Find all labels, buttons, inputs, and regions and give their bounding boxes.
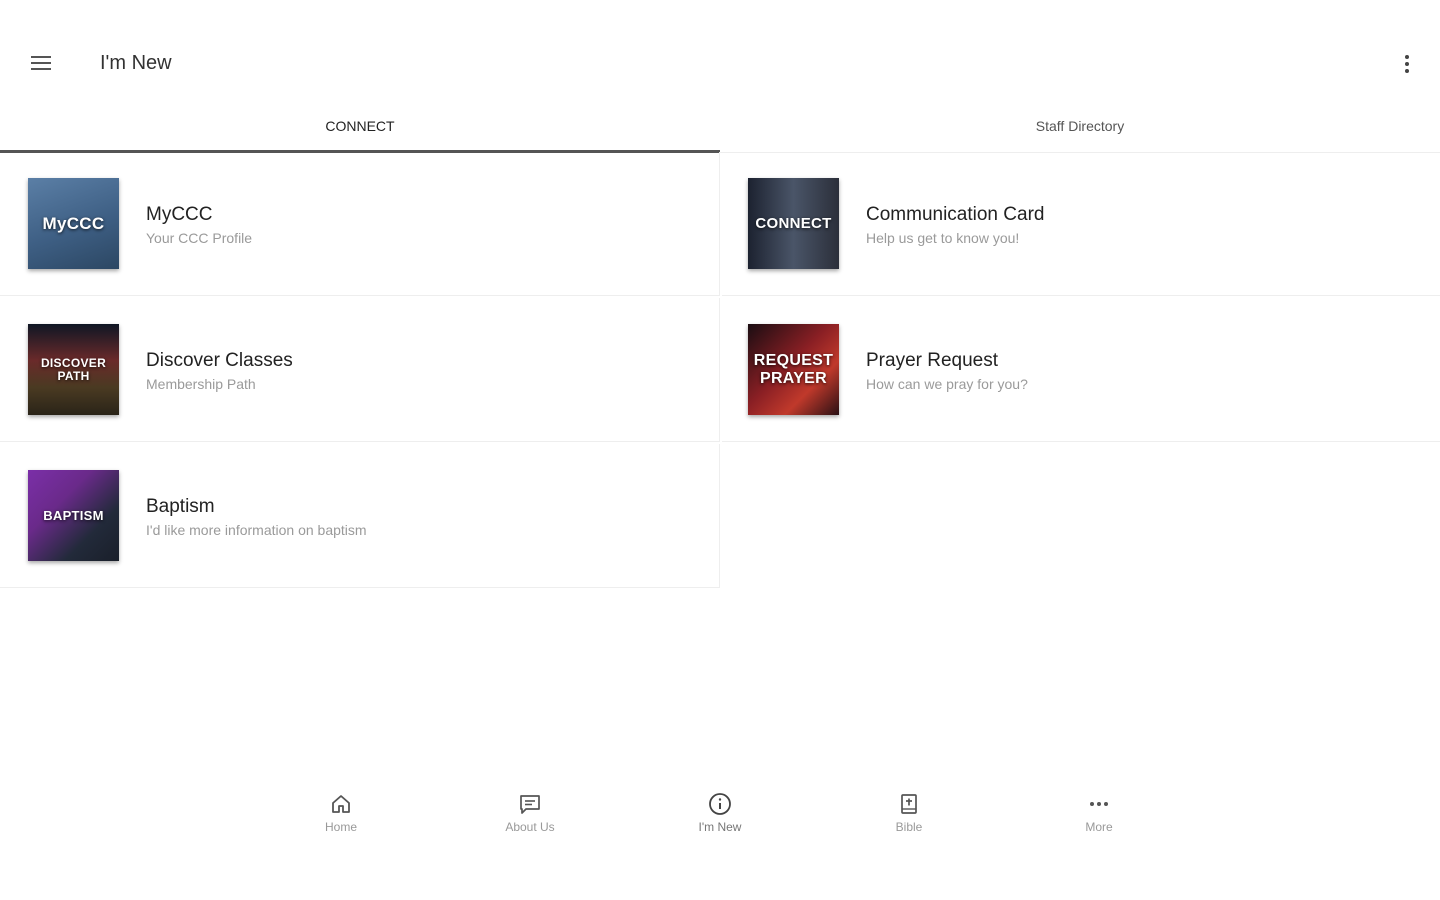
tab-bar: CONNECT Staff Directory — [0, 104, 1440, 153]
card-title: Prayer Request — [866, 350, 999, 371]
card-subtitle: How can we pray for you? — [866, 376, 1028, 392]
thumbnail-text: DISCOVER PATH — [40, 355, 107, 383]
nav-label: Home — [324, 820, 357, 834]
card-subtitle: Help us get to know you! — [866, 230, 1020, 246]
myccc-thumbnail: MyCCC — [28, 178, 119, 269]
thumbnail-text: BAPTISM — [43, 507, 104, 523]
card-title: Communication Card — [866, 204, 1045, 225]
card-title: MyCCC — [146, 204, 213, 225]
card-baptism[interactable]: BAPTISM Baptism I'd like more informatio… — [0, 444, 720, 588]
bottom-navigation: Home About Us I'm New Bible More — [0, 780, 1440, 860]
nav-label: More — [1085, 820, 1113, 834]
nav-bible[interactable]: Bible — [859, 792, 959, 852]
card-prayer-request[interactable]: REQUEST PRAYER Prayer Request How can we… — [722, 298, 1440, 442]
tab-connect[interactable]: CONNECT — [0, 104, 720, 153]
more-icon — [1087, 792, 1111, 816]
thumbnail-text: CONNECT — [755, 214, 832, 232]
card-subtitle: I'd like more information on baptism — [146, 522, 367, 538]
nav-label: I'm New — [698, 820, 742, 834]
app-bar: I'm New — [0, 0, 1440, 104]
nav-im-new[interactable]: I'm New — [670, 792, 770, 852]
card-communication-card[interactable]: CONNECT Communication Card Help us get t… — [722, 152, 1440, 296]
card-discover-classes[interactable]: DISCOVER PATH Discover Classes Membershi… — [0, 298, 720, 442]
thumbnail-text: REQUEST PRAYER — [753, 351, 834, 387]
hamburger-menu-icon[interactable] — [22, 44, 60, 82]
bible-icon — [897, 792, 921, 816]
page-title: I'm New — [100, 52, 172, 74]
card-title: Discover Classes — [146, 350, 293, 371]
message-icon — [518, 792, 542, 816]
card-subtitle: Your CCC Profile — [146, 230, 253, 246]
card-myccc[interactable]: MyCCC MyCCC Your CCC Profile — [0, 152, 720, 296]
discover-path-thumbnail: DISCOVER PATH — [28, 324, 119, 415]
baptism-thumbnail: BAPTISM — [28, 470, 119, 561]
overflow-menu-icon[interactable] — [1392, 48, 1422, 80]
card-title: Baptism — [146, 496, 215, 517]
nav-about-us[interactable]: About Us — [480, 792, 580, 852]
home-icon — [329, 792, 353, 816]
thumbnail-text: MyCCC — [42, 213, 105, 233]
nav-more[interactable]: More — [1049, 792, 1149, 852]
info-icon — [708, 792, 732, 816]
nav-home[interactable]: Home — [291, 792, 391, 852]
nav-label: Bible — [895, 820, 923, 834]
nav-label: About Us — [505, 820, 555, 834]
tab-staff-directory[interactable]: Staff Directory — [720, 104, 1440, 152]
connect-thumbnail: CONNECT — [748, 178, 839, 269]
card-subtitle: Membership Path — [146, 376, 256, 392]
request-prayer-thumbnail: REQUEST PRAYER — [748, 324, 839, 415]
